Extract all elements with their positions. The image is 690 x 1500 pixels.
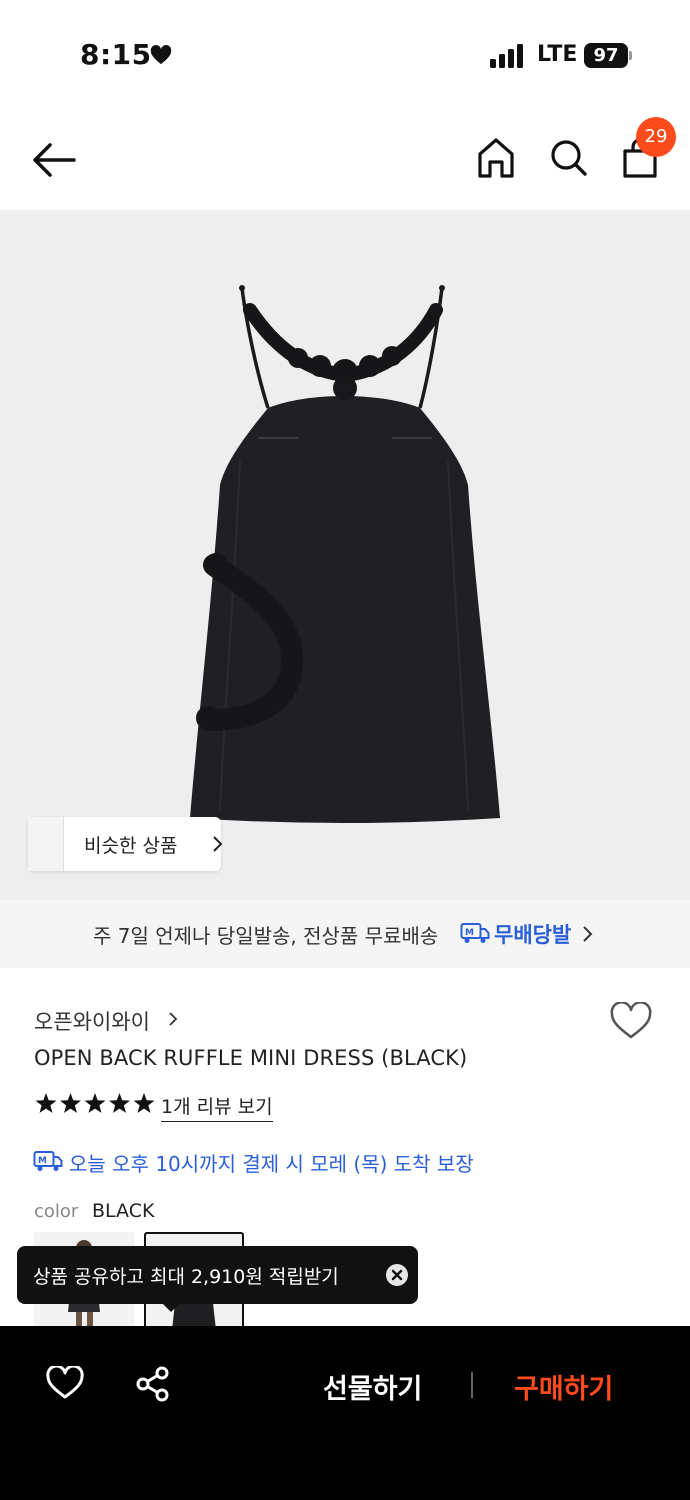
gift-button[interactable]: 선물하기 bbox=[323, 1367, 422, 1406]
delivery-banner[interactable]: 주 7일 언제나 당일발송, 전상품 무료배송 M 무배당발 bbox=[0, 900, 690, 968]
search-icon[interactable] bbox=[548, 136, 588, 180]
review-link[interactable]: 1개 리뷰 보기 bbox=[161, 1092, 273, 1122]
free-shipping-truck-icon: M bbox=[460, 923, 490, 943]
share-reward-tooltip: 상품 공유하고 최대 2,910원 적립받기 bbox=[17, 1246, 418, 1312]
signal-icon bbox=[490, 44, 523, 68]
star-icon bbox=[60, 1093, 81, 1113]
heart-status-icon bbox=[150, 45, 172, 65]
battery-icon: 97 bbox=[584, 43, 628, 68]
star-icon bbox=[133, 1093, 155, 1113]
delivery-guarantee-text: 오늘 오후 10시까지 결제 시 모레 (목) 도착 보장 bbox=[69, 1152, 474, 1176]
product-title: OPEN BACK RUFFLE MINI DRESS (BLACK) bbox=[34, 1046, 468, 1070]
svg-text:M: M bbox=[38, 1156, 47, 1166]
rating-stars bbox=[35, 1093, 155, 1113]
similar-thumb bbox=[38, 817, 64, 871]
delivery-brand-label: 무배당발 bbox=[494, 923, 572, 947]
star-icon bbox=[84, 1093, 106, 1113]
status-time: 8:15 bbox=[80, 38, 152, 71]
top-nav: 29 bbox=[0, 110, 690, 210]
like-heart-icon[interactable] bbox=[46, 1366, 84, 1400]
share-icon[interactable] bbox=[135, 1366, 171, 1402]
home-icon[interactable] bbox=[476, 136, 516, 180]
network-label: LTE bbox=[537, 42, 578, 67]
svg-text:M: M bbox=[465, 928, 474, 938]
bottom-action-bar: 선물하기 구매하기 bbox=[0, 1326, 690, 1500]
similar-thumbnails bbox=[28, 817, 64, 871]
chevron-right-icon bbox=[583, 926, 593, 942]
back-arrow-icon[interactable] bbox=[32, 140, 76, 180]
close-icon[interactable] bbox=[386, 1264, 408, 1286]
color-option-label: color bbox=[34, 1201, 79, 1222]
color-option-value: BLACK bbox=[92, 1200, 155, 1222]
cart-count-badge: 29 bbox=[636, 117, 676, 157]
product-image-area[interactable]: 비슷한 상품 bbox=[0, 210, 690, 900]
status-bar: 8:15 LTE 97 bbox=[0, 0, 690, 110]
star-icon bbox=[109, 1093, 130, 1113]
wishlist-heart-icon[interactable] bbox=[610, 1002, 652, 1040]
delivery-truck-icon: M bbox=[33, 1151, 63, 1171]
battery-tip bbox=[629, 51, 632, 60]
product-image-dress bbox=[190, 285, 500, 823]
star-icon bbox=[35, 1093, 57, 1113]
store-name-link[interactable]: 오픈와이와이 bbox=[34, 1006, 150, 1036]
similar-products-label: 비슷한 상품 bbox=[84, 835, 178, 857]
share-reward-text: 상품 공유하고 최대 2,910원 적립받기 bbox=[33, 1266, 339, 1288]
delivery-banner-text: 주 7일 언제나 당일발송, 전상품 무료배송 bbox=[93, 924, 439, 948]
chevron-right-icon bbox=[169, 1012, 178, 1026]
action-divider bbox=[471, 1372, 473, 1398]
tooltip-arrow bbox=[161, 1302, 181, 1312]
similar-products-button[interactable]: 비슷한 상품 bbox=[28, 817, 223, 871]
chevron-right-icon bbox=[213, 836, 223, 852]
buy-button[interactable]: 구매하기 bbox=[514, 1367, 613, 1406]
